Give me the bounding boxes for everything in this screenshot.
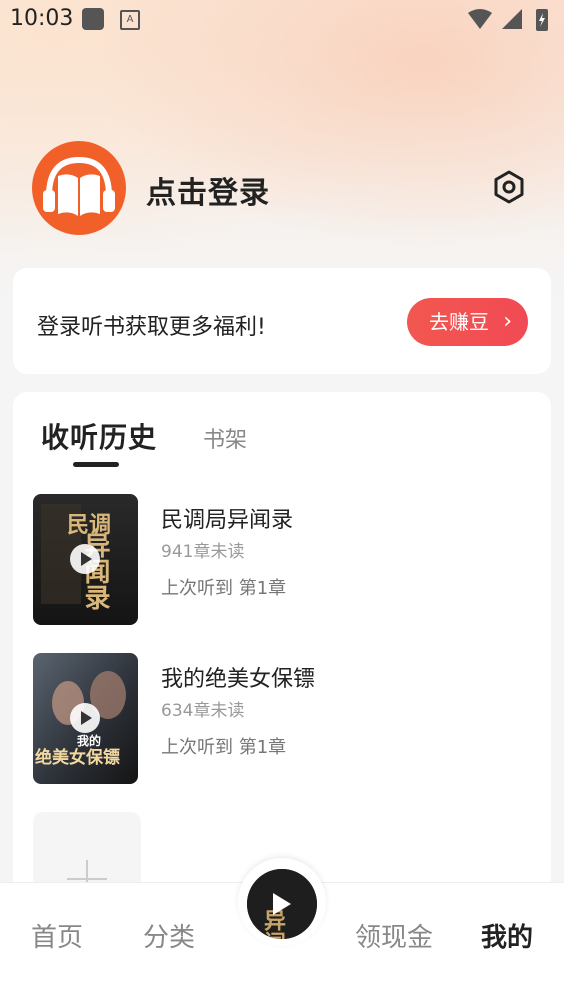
book-cover[interactable]: 我的 绝美女保镖 xyxy=(33,653,138,784)
earn-beans-label: 去赚豆 xyxy=(429,310,489,334)
list-item[interactable]: 民调 异闻录 民调局异闻录 941章未读 上次听到 第1章 xyxy=(33,494,533,626)
cover-title-b: 绝美女保镖 xyxy=(35,747,120,768)
status-time: 10:03 xyxy=(10,6,74,31)
tab-indicator xyxy=(73,462,119,467)
signal-battery-icons xyxy=(468,9,548,31)
nav-category[interactable]: 分类 xyxy=(143,917,195,954)
mini-player[interactable]: 异闻录 xyxy=(247,869,317,939)
promo-card: 登录听书获取更多福利! 去赚豆 › xyxy=(13,268,551,374)
book-title: 民调局异闻录 xyxy=(161,508,294,533)
promo-text: 登录听书获取更多福利! xyxy=(37,315,266,340)
nav-earn-cash[interactable]: 领现金 xyxy=(355,917,433,954)
chevron-right-icon: › xyxy=(503,309,512,334)
book-last-played: 上次听到 第1章 xyxy=(161,578,287,599)
tab-bookshelf[interactable]: 书架 xyxy=(203,422,247,454)
login-title[interactable]: 点击登录 xyxy=(146,168,270,212)
keyboard-icon: A xyxy=(120,10,140,30)
book-unread-count: 634章未读 xyxy=(161,701,245,721)
book-cover[interactable]: 民调 异闻录 xyxy=(33,494,138,625)
status-bar: 10:03 A xyxy=(0,0,564,38)
book-last-played: 上次听到 第1章 xyxy=(161,737,287,758)
cellular-icon xyxy=(502,9,522,29)
play-icon[interactable] xyxy=(70,544,100,574)
book-title: 我的绝美女保镖 xyxy=(161,667,316,692)
audiobook-logo-icon[interactable] xyxy=(31,140,127,236)
nav-mine[interactable]: 我的 xyxy=(481,917,533,954)
cover-title-a: 我的 xyxy=(77,733,101,748)
wifi-icon xyxy=(468,9,492,29)
play-icon[interactable] xyxy=(70,703,100,733)
plus-icon-bar xyxy=(67,878,107,880)
notification-icon xyxy=(82,8,104,30)
nav-home[interactable]: 首页 xyxy=(31,917,83,954)
earn-beans-button[interactable]: 去赚豆 › xyxy=(407,298,528,346)
list-item[interactable]: 我的 绝美女保镖 我的绝美女保镖 634章未读 上次听到 第1章 xyxy=(33,653,533,785)
book-unread-count: 941章未读 xyxy=(161,542,245,562)
play-icon xyxy=(273,893,291,915)
settings-icon[interactable] xyxy=(492,170,526,204)
tab-listening-history[interactable]: 收听历史 xyxy=(41,416,157,456)
